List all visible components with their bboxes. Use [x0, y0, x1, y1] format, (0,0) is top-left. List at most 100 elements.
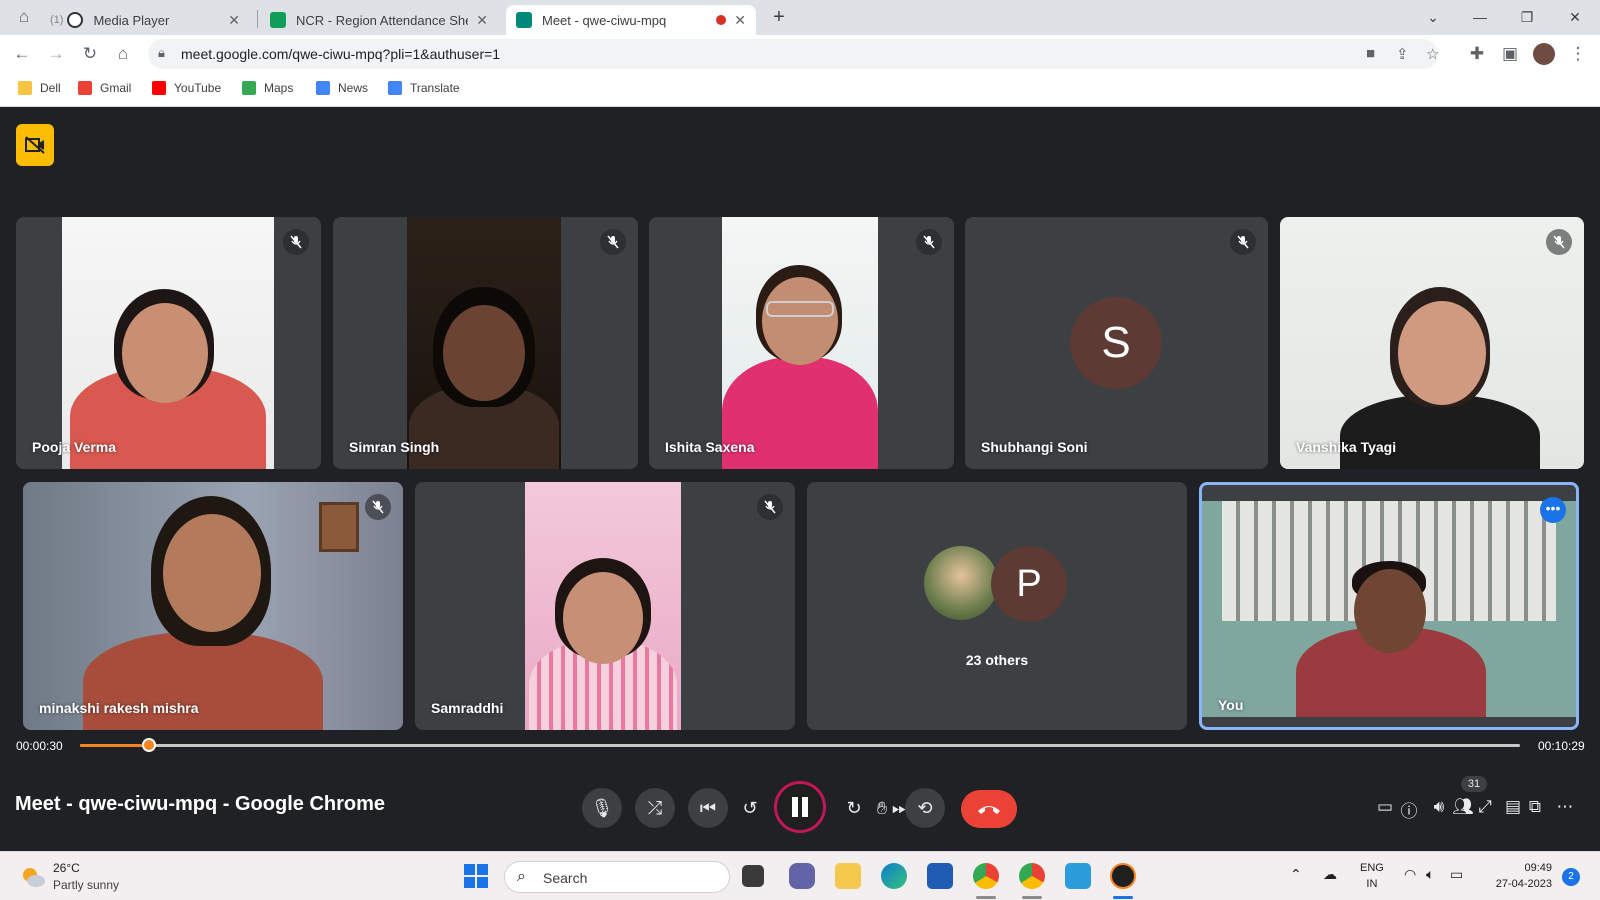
shuffle-icon[interactable]: ⤮: [635, 788, 675, 828]
edge-icon[interactable]: [881, 863, 907, 889]
input-language[interactable]: ENG IN: [1360, 860, 1384, 892]
file-explorer-icon[interactable]: [835, 863, 861, 889]
media-player-app-icon[interactable]: [1110, 863, 1136, 889]
profile-avatar[interactable]: [1533, 43, 1555, 65]
leave-call-button[interactable]: [961, 790, 1017, 828]
home-icon[interactable]: ⌂: [14, 7, 34, 27]
close-icon[interactable]: ✕: [476, 12, 488, 29]
camera-off-icon: [25, 136, 45, 154]
captions-icon[interactable]: ▭: [1374, 797, 1396, 817]
tab-search-icon[interactable]: ⌄: [1418, 6, 1448, 28]
clock-time: 09:49: [1524, 862, 1552, 874]
bookmark-label: Dell: [40, 81, 61, 95]
chat-icon[interactable]: ▤: [1502, 797, 1524, 817]
side-panel-icon[interactable]: ▣: [1500, 44, 1520, 64]
bookmark-translate[interactable]: Translate: [388, 81, 460, 95]
clock[interactable]: 09:49 27-04-2023: [1482, 860, 1552, 892]
windows-start-icon[interactable]: [463, 863, 489, 889]
participant-name: Samraddhi: [431, 700, 504, 716]
close-icon[interactable]: ✕: [734, 12, 746, 29]
participant-tile[interactable]: minakshi rakesh mishra: [23, 482, 403, 730]
screen: ⌂ (1) Media Player ✕ NCR - Region Attend…: [0, 0, 1600, 900]
participant-tile[interactable]: Simran Singh: [333, 217, 638, 469]
bookmark-news[interactable]: News: [316, 81, 368, 95]
seek-bar[interactable]: [80, 738, 1520, 752]
bookmark-dell[interactable]: Dell: [18, 81, 61, 95]
bookmark-maps[interactable]: Maps: [242, 81, 293, 95]
more-options-icon[interactable]: •••: [1540, 497, 1566, 523]
self-video: [1202, 501, 1576, 717]
meet-logo[interactable]: [16, 124, 54, 166]
partly-sunny-icon[interactable]: [20, 864, 46, 890]
tab-meet[interactable]: Meet - qwe-ciwu-mpq ✕: [506, 5, 756, 35]
self-tile[interactable]: ••• You: [1199, 482, 1579, 730]
windows-taskbar: 26°C Partly sunny ⌕ Search ⌃ ☁︎ ENG IN ◠…: [0, 851, 1600, 900]
bookmark-youtube[interactable]: YouTube: [152, 81, 221, 95]
cloud-offline-icon[interactable]: ☁︎: [1323, 866, 1337, 883]
mic-icon[interactable]: 🎙︎: [582, 788, 622, 828]
tab-title: NCR - Region Attendance Sheet: [296, 12, 469, 28]
avatar: [924, 546, 998, 620]
tab-divider: [257, 10, 258, 28]
teams-chat-icon[interactable]: [789, 863, 815, 889]
wall-frame: [319, 502, 359, 552]
camera-icon[interactable]: ■: [1366, 45, 1375, 62]
meet-stage: Pooja Verma Simran Singh Ishita Saxena S: [0, 107, 1600, 851]
close-icon[interactable]: ✕: [228, 12, 240, 29]
seek-handle[interactable]: [142, 738, 157, 752]
new-tab-icon[interactable]: +: [764, 6, 794, 28]
people-icon[interactable]: 👥︎: [1452, 797, 1474, 817]
repeat-off-icon[interactable]: ⟲: [905, 788, 945, 828]
minimize-icon[interactable]: —: [1465, 6, 1495, 28]
task-view-icon[interactable]: [742, 865, 764, 887]
mini-player-icon[interactable]: ⧉: [1524, 797, 1546, 817]
notepad-icon[interactable]: [1065, 863, 1091, 889]
info-icon[interactable]: ⓘ: [1398, 797, 1420, 822]
store-icon[interactable]: [927, 863, 953, 889]
menu-icon[interactable]: ⋮: [1568, 44, 1588, 64]
volume-icon[interactable]: 🔊︎: [1428, 797, 1450, 817]
clock-date: 27-04-2023: [1495, 878, 1552, 890]
bookmark-gmail[interactable]: Gmail: [78, 81, 131, 95]
reload-icon[interactable]: ↻: [80, 44, 100, 64]
forward-icon[interactable]: →: [46, 44, 66, 64]
participant-tile[interactable]: Vanshika Tyagi: [1280, 217, 1584, 469]
wifi-icon[interactable]: ◠: [1404, 866, 1416, 883]
rewind-10-icon[interactable]: ↺: [730, 788, 770, 828]
participant-tile[interactable]: Samraddhi: [415, 482, 795, 730]
restore-icon[interactable]: ❐: [1512, 6, 1542, 28]
youtube-icon: [152, 81, 166, 95]
others-tile[interactable]: P 23 others: [807, 482, 1187, 730]
mic-off-icon: [283, 229, 309, 255]
tab-media-player[interactable]: (1) Media Player ✕: [40, 5, 250, 35]
fullscreen-icon[interactable]: ⤢: [1474, 797, 1496, 817]
close-window-icon[interactable]: ✕: [1560, 6, 1590, 28]
pause-button[interactable]: [774, 781, 826, 833]
back-icon[interactable]: ←: [12, 44, 32, 64]
tab-attendance-sheet[interactable]: NCR - Region Attendance Sheet ✕: [260, 5, 498, 35]
speaker-icon[interactable]: 🔈︎: [1426, 866, 1434, 883]
home-icon[interactable]: ⌂: [113, 44, 133, 64]
address-bar[interactable]: 🔒︎ meet.google.com/qwe-ciwu-mpq?pli=1&au…: [148, 39, 1439, 69]
tab-title: Meet - qwe-ciwu-mpq: [542, 12, 667, 28]
previous-icon[interactable]: ⏮: [688, 788, 728, 828]
extensions-icon[interactable]: ✚: [1467, 44, 1487, 64]
chevron-up-icon[interactable]: ⌃: [1290, 866, 1302, 883]
participant-tile[interactable]: Pooja Verma: [16, 217, 321, 469]
battery-icon[interactable]: ▭: [1450, 866, 1463, 883]
elapsed-time: 00:00:30: [16, 739, 63, 753]
glasses: [766, 301, 834, 317]
taskbar-search[interactable]: ⌕ Search: [504, 861, 730, 893]
sheets-icon: [270, 12, 286, 28]
share-icon[interactable]: ⇪: [1396, 45, 1409, 63]
weather-temperature: 26°C: [53, 861, 80, 875]
bookmark-star-icon[interactable]: ☆: [1426, 45, 1439, 63]
mic-off-icon: [365, 494, 391, 520]
notification-badge[interactable]: 2: [1562, 868, 1580, 886]
chrome-profile-icon[interactable]: [1019, 863, 1045, 889]
participant-tile[interactable]: Ishita Saxena: [649, 217, 954, 469]
activities-icon[interactable]: ⋯: [1554, 797, 1576, 817]
chrome-icon[interactable]: [973, 863, 999, 889]
participant-tile[interactable]: S Shubhangi Soni: [965, 217, 1268, 469]
running-indicator: [976, 896, 996, 899]
